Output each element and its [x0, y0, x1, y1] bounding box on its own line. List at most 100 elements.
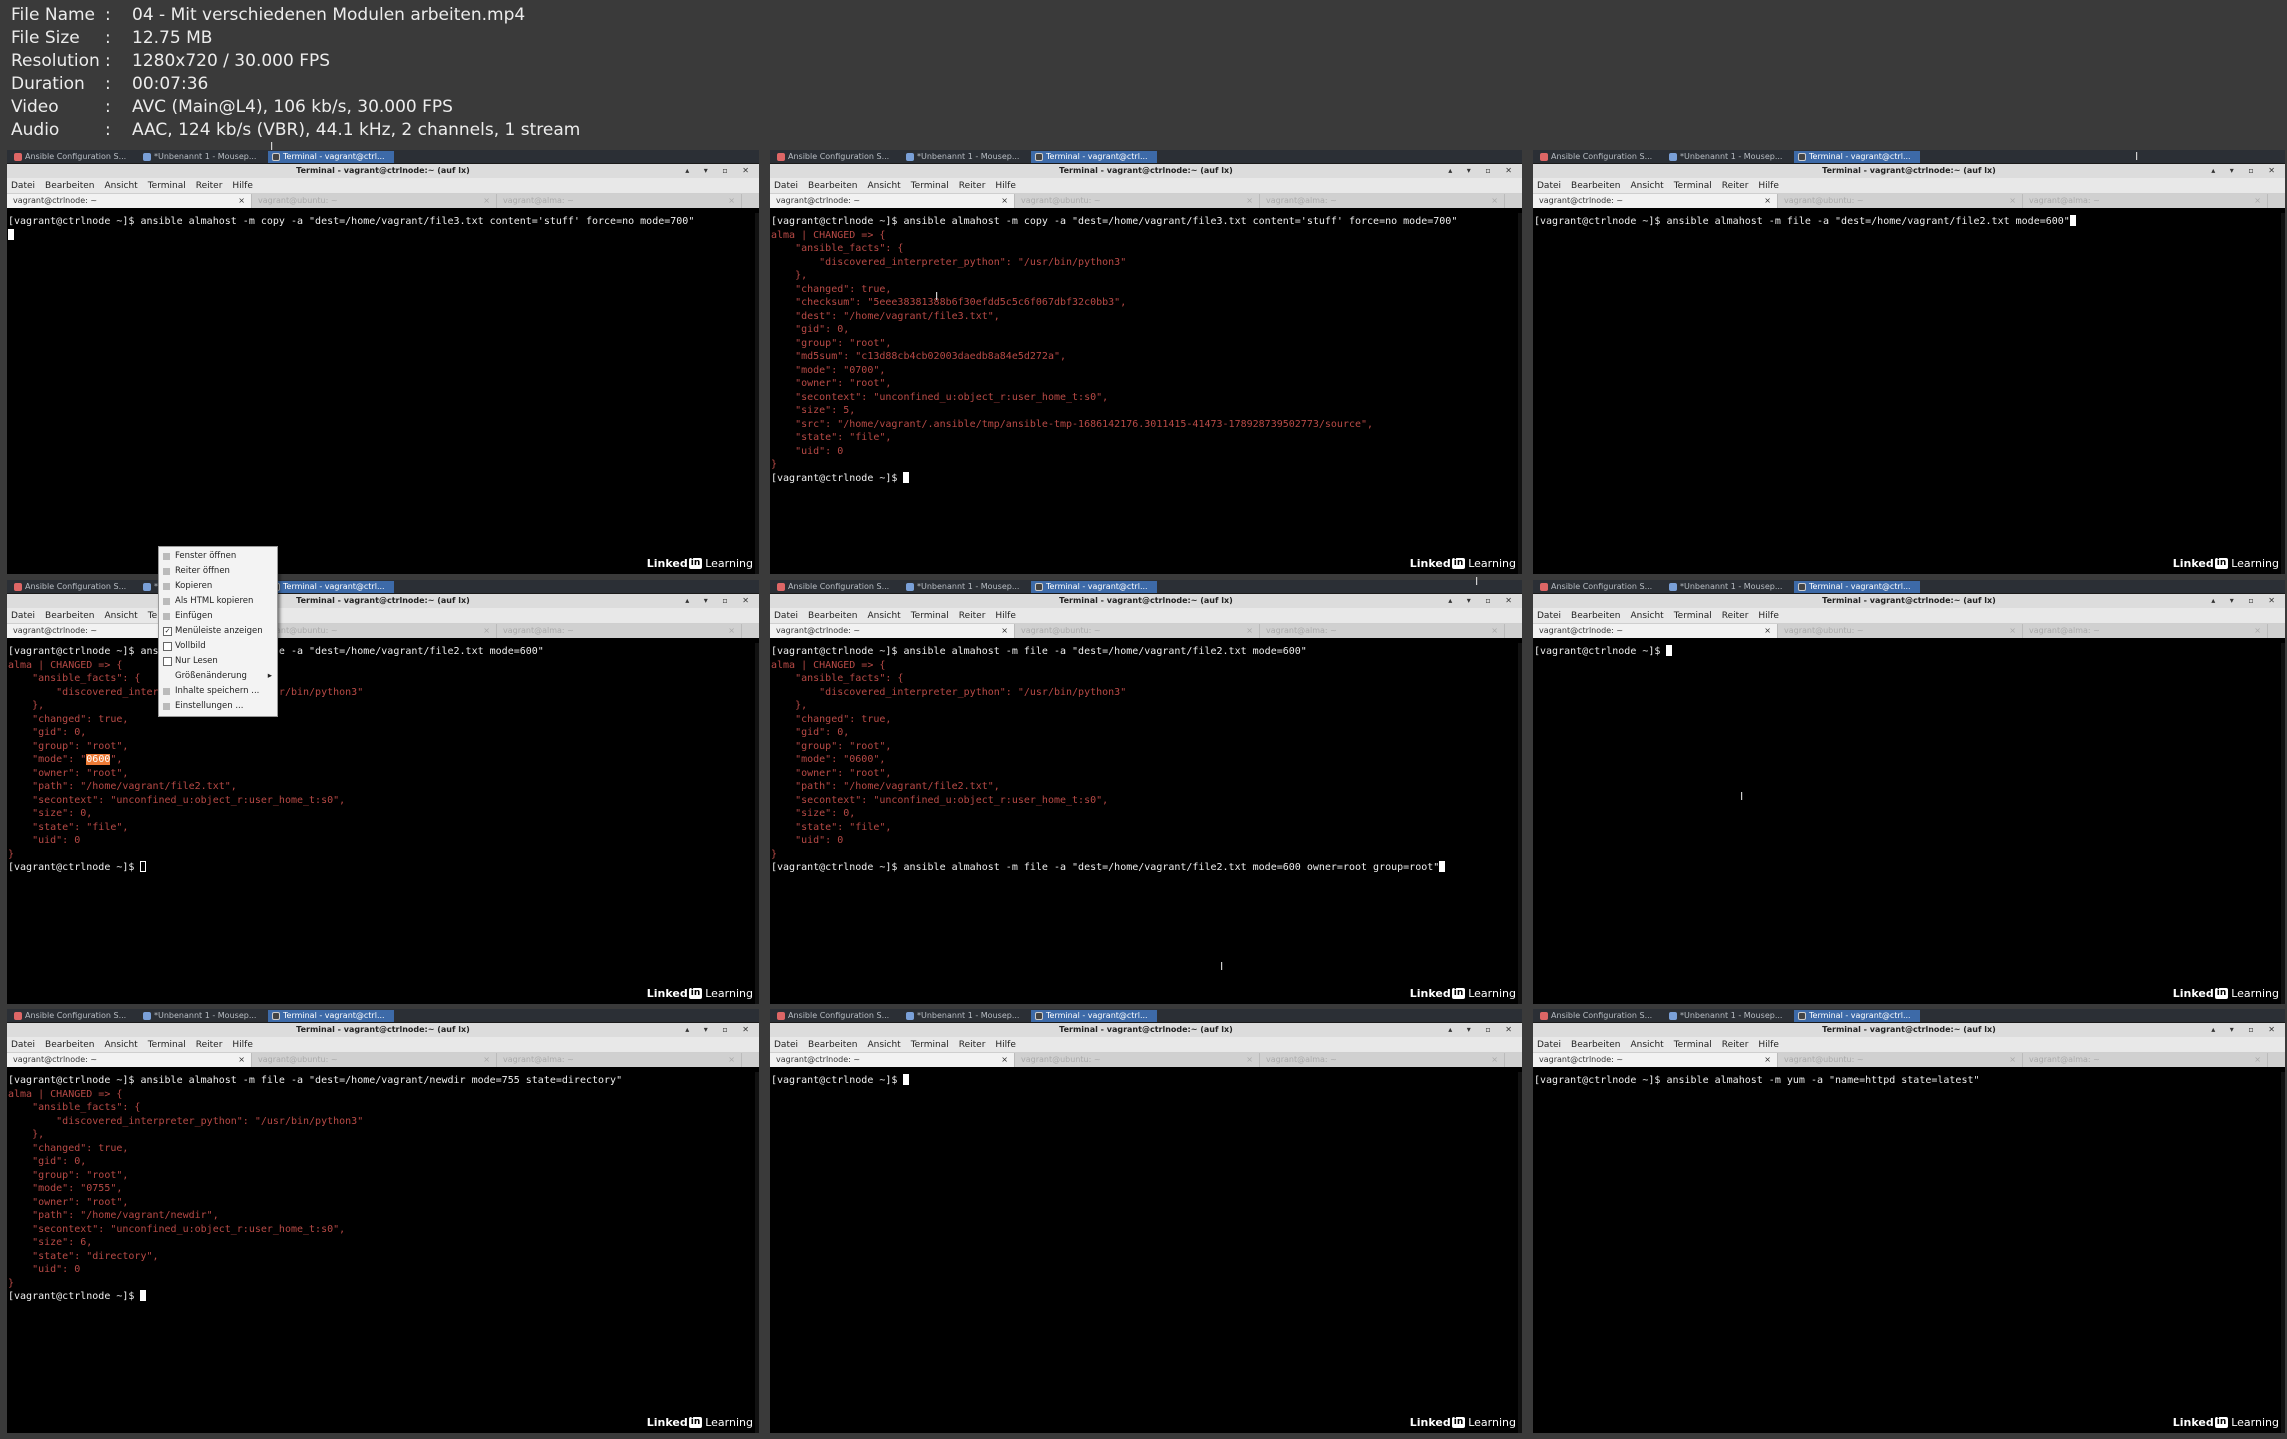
window-controls[interactable]: ▴ ▾ ▫ ✕	[1448, 164, 1518, 178]
terminal-tab[interactable]: vagrant@ubuntu: ~ ×	[1778, 1053, 2023, 1067]
menu-item[interactable]: Reiter	[196, 181, 223, 191]
terminal-tab[interactable]: vagrant@alma: ~ ×	[497, 1053, 742, 1067]
menu-item[interactable]: Ansicht	[1630, 611, 1663, 621]
scrollbar[interactable]	[2281, 1072, 2285, 1433]
terminal-tab[interactable]: vagrant@ctrlnode: ~ ×	[770, 624, 1015, 638]
menu-item[interactable]: Bearbeiten	[45, 1040, 94, 1050]
scrollbar[interactable]	[1518, 1072, 1522, 1433]
menu-item[interactable]: Terminal	[911, 1040, 949, 1050]
taskbar-item[interactable]: Ansible Configuration S...	[773, 1010, 899, 1022]
terminal-output[interactable]: [vagrant@ctrlnode ~]$ ansible almahost -…	[1533, 213, 2285, 574]
taskbar-item[interactable]: *Unbenannt 1 - Mousep...	[902, 581, 1028, 593]
terminal-tab[interactable]: vagrant@alma: ~ ×	[2023, 194, 2268, 208]
menu-item[interactable]: Terminal	[911, 181, 949, 191]
context-menu-item[interactable]: Einfügen	[159, 609, 277, 624]
tab-close-icon[interactable]: ×	[1491, 194, 1498, 208]
tab-close-icon[interactable]: ×	[1246, 624, 1253, 638]
menu-item[interactable]: Hilfe	[1758, 181, 1778, 191]
tab-close-icon[interactable]: ×	[1001, 1053, 1008, 1067]
taskbar-item[interactable]: *Unbenannt 1 - Mousep...	[902, 151, 1028, 163]
menu-item[interactable]: Reiter	[1722, 1040, 1749, 1050]
menu-item[interactable]: Hilfe	[995, 611, 1015, 621]
tab-close-icon[interactable]: ×	[238, 1053, 245, 1067]
menu-item[interactable]: Ansicht	[1630, 181, 1663, 191]
tab-close-icon[interactable]: ×	[1764, 624, 1771, 638]
terminal-tab[interactable]: vagrant@alma: ~ ×	[497, 624, 742, 638]
tab-close-icon[interactable]: ×	[483, 194, 490, 208]
terminal-tab[interactable]: vagrant@alma: ~ ×	[2023, 1053, 2268, 1067]
menu-item[interactable]: Ansicht	[104, 1040, 137, 1050]
menu-item[interactable]: Datei	[1537, 181, 1561, 191]
scrollbar[interactable]	[1518, 213, 1522, 574]
terminal-tab[interactable]: vagrant@ctrlnode: ~ ×	[7, 194, 252, 208]
window-controls[interactable]: ▴ ▾ ▫ ✕	[2211, 164, 2281, 178]
menu-item[interactable]: Datei	[774, 611, 798, 621]
menu-item[interactable]: Bearbeiten	[808, 611, 857, 621]
terminal-output[interactable]: [vagrant@ctrlnode ~]$	[1533, 643, 2285, 1004]
taskbar-item[interactable]: Terminal - vagrant@ctrl...	[1031, 580, 1157, 593]
menu-item[interactable]: Reiter	[1722, 611, 1749, 621]
menu-item[interactable]: Hilfe	[1758, 1040, 1778, 1050]
menu-item[interactable]: Bearbeiten	[808, 181, 857, 191]
taskbar-item[interactable]: Ansible Configuration S...	[1536, 581, 1662, 593]
taskbar-item[interactable]: Terminal - vagrant@ctrl...	[1031, 150, 1157, 163]
tab-close-icon[interactable]: ×	[2009, 194, 2016, 208]
tab-close-icon[interactable]: ×	[483, 624, 490, 638]
menu-item[interactable]: Bearbeiten	[808, 1040, 857, 1050]
scrollbar[interactable]	[2281, 643, 2285, 1004]
menu-item[interactable]: Terminal	[148, 181, 186, 191]
terminal-tab[interactable]: vagrant@alma: ~ ×	[2023, 624, 2268, 638]
taskbar-item[interactable]: Terminal - vagrant@ctrl...	[1794, 150, 1920, 163]
terminal-output[interactable]: [vagrant@ctrlnode ~]$ ansible almahost -…	[7, 1072, 759, 1433]
terminal-output[interactable]: [vagrant@ctrlnode ~]$ ansible almahost -…	[770, 213, 1522, 574]
terminal-tab[interactable]: vagrant@ubuntu: ~ ×	[1015, 194, 1260, 208]
menu-item[interactable]: Reiter	[959, 181, 986, 191]
scrollbar[interactable]	[2281, 213, 2285, 574]
menu-item[interactable]: Datei	[11, 611, 35, 621]
menu-item[interactable]: Ansicht	[1630, 1040, 1663, 1050]
terminal-tab[interactable]: vagrant@ctrlnode: ~ ×	[7, 1053, 252, 1067]
terminal-tab[interactable]: vagrant@ubuntu: ~ ×	[1015, 1053, 1260, 1067]
window-controls[interactable]: ▴ ▾ ▫ ✕	[685, 164, 755, 178]
context-menu-item[interactable]: Vollbild	[159, 639, 277, 654]
menu-item[interactable]: Terminal	[148, 1040, 186, 1050]
terminal-tab[interactable]: vagrant@alma: ~ ×	[1260, 1053, 1505, 1067]
menu-item[interactable]: Ansicht	[867, 181, 900, 191]
tab-close-icon[interactable]: ×	[483, 1053, 490, 1067]
taskbar-item[interactable]: Terminal - vagrant@ctrl...	[268, 1009, 394, 1022]
context-menu-item[interactable]: Fenster öffnen	[159, 549, 277, 564]
menu-item[interactable]: Datei	[774, 181, 798, 191]
menu-item[interactable]: Datei	[1537, 1040, 1561, 1050]
context-menu-item[interactable]: Einstellungen ...	[159, 699, 277, 714]
taskbar-item[interactable]: Ansible Configuration S...	[773, 581, 899, 593]
menu-item[interactable]: Bearbeiten	[1571, 181, 1620, 191]
menu-item[interactable]: Reiter	[1722, 181, 1749, 191]
menu-item[interactable]: Ansicht	[104, 181, 137, 191]
menu-item[interactable]: Terminal	[1674, 1040, 1712, 1050]
terminal-tab[interactable]: vagrant@alma: ~ ×	[497, 194, 742, 208]
tab-close-icon[interactable]: ×	[1764, 194, 1771, 208]
terminal-tab[interactable]: vagrant@ubuntu: ~ ×	[1015, 624, 1260, 638]
menu-item[interactable]: Hilfe	[995, 181, 1015, 191]
terminal-tab[interactable]: vagrant@ctrlnode: ~ ×	[1533, 194, 1778, 208]
context-menu-item[interactable]: ✓ Menüleiste anzeigen	[159, 624, 277, 639]
scrollbar[interactable]	[755, 643, 759, 1004]
tab-close-icon[interactable]: ×	[238, 194, 245, 208]
menu-item[interactable]: Hilfe	[232, 181, 252, 191]
taskbar-item[interactable]: Ansible Configuration S...	[773, 151, 899, 163]
menu-item[interactable]: Bearbeiten	[1571, 1040, 1620, 1050]
terminal-output[interactable]: [vagrant@ctrlnode ~]$ ansible almahost -…	[1533, 1072, 2285, 1433]
window-controls[interactable]: ▴ ▾ ▫ ✕	[2211, 594, 2281, 608]
tab-close-icon[interactable]: ×	[728, 1053, 735, 1067]
taskbar-item[interactable]: Ansible Configuration S...	[1536, 1010, 1662, 1022]
context-menu-item[interactable]: Nur Lesen	[159, 654, 277, 669]
terminal-tab[interactable]: vagrant@ctrlnode: ~ ×	[1533, 624, 1778, 638]
taskbar-item[interactable]: Terminal - vagrant@ctrl...	[268, 150, 394, 163]
terminal-output[interactable]: [vagrant@ctrlnode ~]$	[770, 1072, 1522, 1433]
taskbar-item[interactable]: Ansible Configuration S...	[10, 581, 136, 593]
tab-close-icon[interactable]: ×	[2254, 1053, 2261, 1067]
menu-item[interactable]: Reiter	[196, 1040, 223, 1050]
terminal-output[interactable]: [vagrant@ctrlnode ~]$ ansible almahost -…	[7, 213, 759, 574]
terminal-tab[interactable]: vagrant@ctrlnode: ~ ×	[1533, 1053, 1778, 1067]
terminal-tab[interactable]: vagrant@ubuntu: ~ ×	[252, 1053, 497, 1067]
